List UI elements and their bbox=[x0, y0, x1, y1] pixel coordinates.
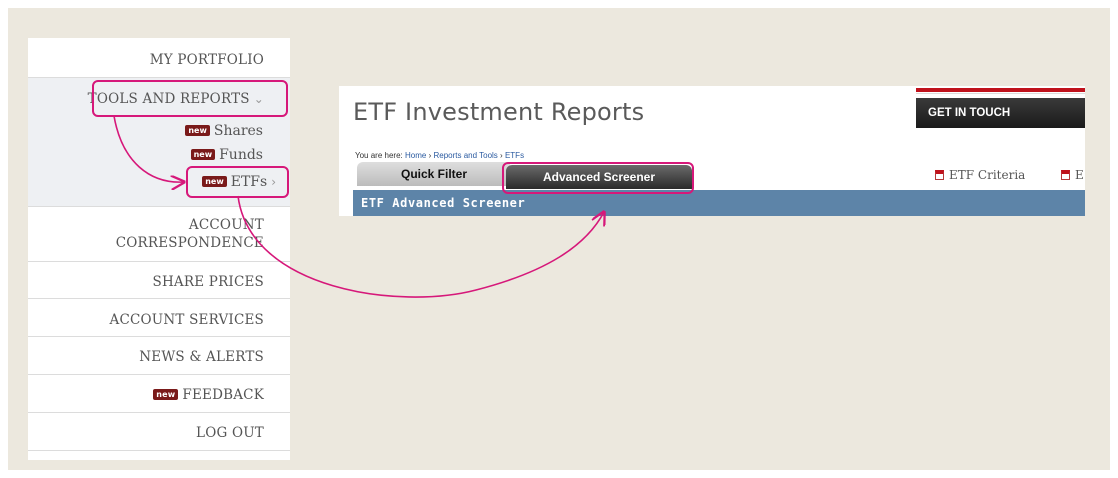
new-badge: new bbox=[153, 389, 179, 400]
highlight-tools-and-reports bbox=[92, 80, 288, 117]
tab-quick-filter[interactable]: Quick Filter bbox=[357, 162, 511, 186]
new-badge: new bbox=[190, 149, 216, 160]
breadcrumb-link-etfs[interactable]: ETFs bbox=[505, 151, 524, 160]
nav-item-account-correspondence[interactable]: ACCOUNT CORRESPONDENCE bbox=[28, 206, 290, 262]
breadcrumb-link-home[interactable]: Home bbox=[405, 151, 426, 160]
nav-item-label: ACCOUNT bbox=[188, 217, 264, 233]
breadcrumb-separator: › bbox=[428, 151, 432, 160]
nav-item-label: NEWS & ALERTS bbox=[139, 349, 264, 365]
accent-bar bbox=[916, 88, 1085, 92]
document-icon bbox=[1061, 170, 1070, 180]
second-criteria-link[interactable]: E bbox=[1061, 168, 1084, 182]
nav-item-log-out[interactable]: LOG OUT bbox=[28, 413, 290, 451]
highlight-etfs bbox=[186, 166, 289, 198]
nav-item-share-prices[interactable]: SHARE PRICES bbox=[28, 262, 290, 299]
breadcrumb-separator: › bbox=[500, 151, 503, 160]
nav-item-label: FEEDBACK bbox=[182, 387, 264, 403]
nav-item-label: CORRESPONDENCE bbox=[115, 235, 264, 251]
etf-criteria-label: ETF Criteria bbox=[949, 168, 1026, 182]
nav-item-account-services[interactable]: ACCOUNT SERVICES bbox=[28, 299, 290, 337]
section-header-title: ETF Advanced Screener bbox=[361, 196, 526, 210]
etf-criteria-link[interactable]: ETF Criteria bbox=[935, 168, 1025, 182]
second-criteria-label: E bbox=[1075, 168, 1084, 182]
nav-item-news-alerts[interactable]: NEWS & ALERTS bbox=[28, 337, 290, 375]
new-badge: new bbox=[185, 125, 210, 136]
nav-item-my-portfolio[interactable]: MY PORTFOLIO bbox=[28, 38, 290, 78]
sub-item-funds[interactable]: new Funds bbox=[28, 144, 290, 166]
nav-item-label: LOG OUT bbox=[196, 425, 264, 441]
divider bbox=[916, 93, 1085, 94]
breadcrumb-prefix: You are here: bbox=[355, 151, 403, 160]
sub-item-label: Shares bbox=[213, 123, 263, 139]
sub-item-label: Funds bbox=[219, 147, 263, 163]
sub-item-shares[interactable]: new Shares bbox=[28, 120, 290, 142]
nav-item-label: ACCOUNT SERVICES bbox=[109, 312, 264, 328]
breadcrumb-link-reports[interactable]: Reports and Tools bbox=[433, 151, 497, 160]
get-in-touch-button[interactable]: GET IN TOUCH bbox=[916, 98, 1085, 128]
nav-item-label: MY PORTFOLIO bbox=[149, 52, 264, 68]
highlight-advanced-screener bbox=[502, 162, 694, 194]
document-icon bbox=[935, 170, 944, 180]
page-title: ETF Investment Reports bbox=[353, 98, 645, 126]
nav-item-label: SHARE PRICES bbox=[152, 274, 264, 290]
breadcrumb: You are here: Home › Reports and Tools ›… bbox=[355, 151, 524, 160]
nav-item-feedback[interactable]: new FEEDBACK bbox=[28, 375, 290, 413]
etf-report-panel: ETF Investment Reports GET IN TOUCH You … bbox=[339, 86, 1085, 216]
